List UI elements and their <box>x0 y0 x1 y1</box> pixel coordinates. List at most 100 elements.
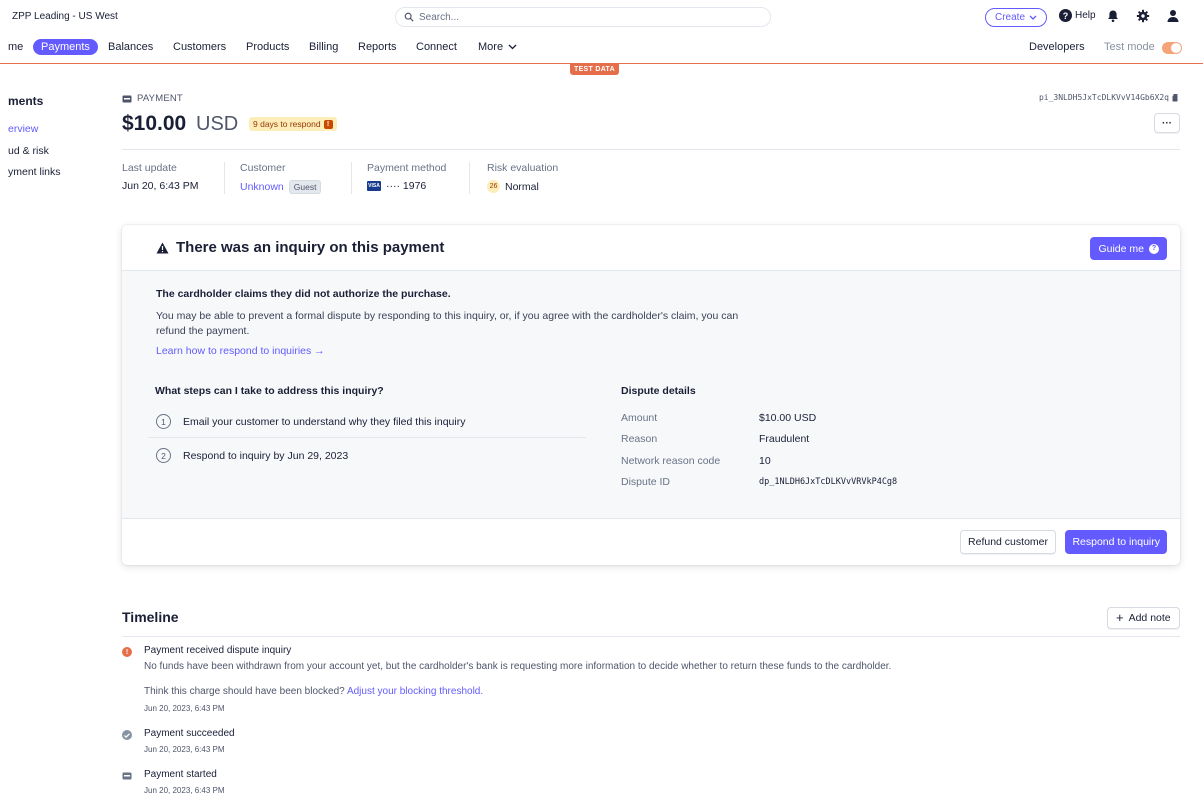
sidebar-item-payment-links[interactable]: yment links <box>8 166 61 178</box>
account-name[interactable]: ZPP Leading - US West <box>12 11 118 22</box>
nav-more-label: More <box>478 41 504 53</box>
search-input[interactable] <box>419 11 739 23</box>
payment-id-value: pi_3NLDH5JxTcDLKVvV14Gb6X2q <box>1038 93 1169 102</box>
nav-home[interactable]: me <box>8 41 23 53</box>
sidebar-title: ments <box>8 94 44 108</box>
timeline-event-detail: No funds have been withdrawn from your a… <box>144 661 892 672</box>
payment-currency: USD <box>196 113 239 135</box>
dispute-details-title: Dispute details <box>621 385 696 397</box>
meta-risk: Risk evaluation 26 Normal <box>487 162 558 193</box>
wallet-icon <box>122 772 132 780</box>
guide-me-label: Guide me <box>1098 242 1144 255</box>
refund-customer-button[interactable]: Refund customer <box>960 530 1056 554</box>
inquiry-title: There was an inquiry on this payment <box>156 239 444 256</box>
detail-key: Network reason code <box>621 455 721 467</box>
create-button[interactable]: Create <box>985 8 1048 27</box>
copy-icon[interactable] <box>1172 93 1179 102</box>
timeline-event-date: Jun 20, 2023, 6:43 PM <box>144 704 225 713</box>
nav-connect[interactable]: Connect <box>416 41 457 53</box>
inquiry-description: You may be able to prevent a formal disp… <box>156 310 739 337</box>
step-number: 2 <box>156 448 171 463</box>
risk-value: Normal <box>505 180 539 193</box>
nav-more[interactable]: More <box>478 41 517 53</box>
question-icon: ? <box>1149 243 1159 254</box>
add-note-label: Add note <box>1128 612 1171 624</box>
inquiry-card-header: There was an inquiry on this payment Gui… <box>122 225 1180 271</box>
search-icon <box>404 12 414 22</box>
step-number: 1 <box>156 414 171 429</box>
dispute-id-value: dp_1NLDH6JxTcDLKVvVRVkP4Cg8 <box>759 477 898 487</box>
payment-id[interactable]: pi_3NLDH5JxTcDLKVvV14Gb6X2q <box>1039 93 1179 102</box>
guide-me-button[interactable]: Guide me ? <box>1090 237 1167 260</box>
payment-amount: $10.00 <box>122 112 187 135</box>
hint-text: Think this charge should have been block… <box>144 686 345 697</box>
step-item: 1 Email your customer to understand why … <box>156 414 465 429</box>
timeline-event-date: Jun 20, 2023, 6:43 PM <box>144 786 225 795</box>
nav-payments[interactable]: Payments <box>33 39 98 55</box>
nav-reports[interactable]: Reports <box>358 41 397 53</box>
meta-payment-method: Payment method VISA ···· 1976 <box>367 162 446 192</box>
more-actions-button[interactable]: ··· <box>1154 113 1180 133</box>
help-button[interactable]: ? Help <box>1059 9 1096 22</box>
customer-link[interactable]: Unknown <box>240 181 284 193</box>
gear-icon[interactable] <box>1136 9 1150 23</box>
chevron-down-icon <box>508 44 517 50</box>
timeline-event-title: Payment started <box>144 769 217 780</box>
step-text: Email your customer to understand why th… <box>183 415 466 428</box>
chevron-down-icon <box>1029 15 1037 20</box>
meta-last-update: Last update Jun 20, 6:43 PM <box>122 162 198 192</box>
sidebar-item-fraud-risk[interactable]: ud & risk <box>8 145 49 157</box>
meta-divider <box>224 162 225 194</box>
alert-icon: ! <box>122 647 132 657</box>
respond-to-inquiry-button[interactable]: Respond to inquiry <box>1065 530 1167 554</box>
detail-value: $10.00 USD <box>759 412 817 424</box>
plus-icon: + <box>1116 610 1124 625</box>
alert-icon: ! <box>323 119 333 129</box>
detail-key: Reason <box>621 433 658 445</box>
card-last4: ···· 1976 <box>386 180 427 192</box>
respond-deadline-badge: 9 days to respond ! <box>249 117 337 131</box>
nav-products[interactable]: Products <box>246 41 289 53</box>
timeline-event-title: Payment received dispute inquiry <box>144 645 292 656</box>
test-mode-toggle[interactable] <box>1162 42 1182 54</box>
bell-icon[interactable] <box>1106 9 1120 23</box>
payment-kicker-label: PAYMENT <box>137 93 183 104</box>
timeline-title: Timeline <box>122 609 179 625</box>
check-icon <box>122 730 132 740</box>
meta-divider <box>469 162 470 194</box>
inquiry-card: There was an inquiry on this payment Gui… <box>122 225 1180 565</box>
timeline-event-title: Payment succeeded <box>144 728 235 739</box>
respond-deadline-label: 9 days to respond <box>253 119 321 129</box>
detail-key: Amount <box>621 412 658 424</box>
reason-code-link[interactable]: 10 <box>759 455 771 467</box>
learn-respond-link[interactable]: Learn how to respond to inquiries → <box>156 345 325 357</box>
header-divider <box>122 149 1180 150</box>
user-icon[interactable] <box>1166 9 1180 23</box>
help-label: Help <box>1075 10 1096 21</box>
nav-billing[interactable]: Billing <box>309 41 338 53</box>
help-icon: ? <box>1059 9 1072 22</box>
add-note-button[interactable]: + Add note <box>1107 607 1180 629</box>
meta-divider <box>351 162 352 194</box>
guest-badge: Guest <box>288 180 322 194</box>
warning-icon <box>156 242 169 253</box>
search-bar[interactable] <box>395 7 771 27</box>
timeline-divider <box>122 636 1180 637</box>
check-mark-icon <box>124 732 130 738</box>
top-bar: ZPP Leading - US West Create ? Help <box>0 0 1203 34</box>
meta-customer: Customer Unknown Guest <box>240 162 322 194</box>
nav-balances[interactable]: Balances <box>108 41 153 53</box>
nav-developers[interactable]: Developers <box>1029 41 1085 53</box>
reason-link[interactable]: Fraudulent <box>759 433 809 445</box>
blocking-threshold-link[interactable]: Adjust your blocking threshold. <box>347 686 483 697</box>
meta-label: Customer <box>240 162 286 174</box>
sidebar-item-overview[interactable]: erview <box>8 123 38 135</box>
timeline-event-date: Jun 20, 2023, 6:43 PM <box>144 745 225 754</box>
steps-title: What steps can I take to address this in… <box>155 385 384 397</box>
meta-label: Risk evaluation <box>487 162 559 174</box>
step-text: Respond to inquiry by Jun 29, 2023 <box>183 449 349 462</box>
cardholder-claim: The cardholder claims they did not autho… <box>156 288 451 300</box>
wallet-icon <box>122 95 132 102</box>
nav-customers[interactable]: Customers <box>173 41 226 53</box>
test-mode-label: Test mode <box>1104 41 1155 53</box>
